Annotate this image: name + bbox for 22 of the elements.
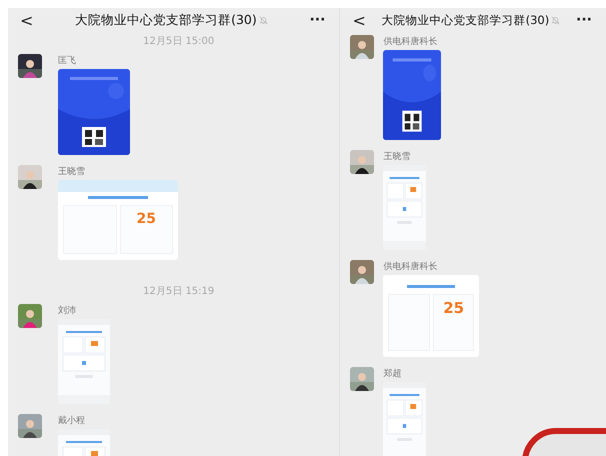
sender-name: 供电科唐科长	[383, 36, 438, 48]
sender-name: 刘沛	[58, 304, 77, 317]
back-button[interactable]: <	[16, 10, 38, 30]
more-button[interactable]: ···	[305, 12, 330, 28]
chat-title: 大院物业中心党支部学习群(30)	[75, 12, 257, 28]
chat-title: 大院物业中心党支部学习群(30)	[382, 12, 550, 28]
title-bar	[88, 196, 148, 199]
sender-name: 戴小程	[58, 414, 86, 427]
timestamp: 12月5日 15:19	[142, 285, 216, 299]
sender-name: 王晓雪	[383, 150, 412, 163]
mute-bell-icon	[551, 16, 560, 24]
score-text: 25	[136, 212, 156, 226]
sender-name: 供电科唐科长	[383, 260, 438, 273]
timestamp: 12月5日 15:00	[142, 35, 216, 49]
more-button[interactable]: ···	[572, 12, 596, 28]
sender-name: 匡飞	[58, 55, 77, 67]
back-button[interactable]: <	[348, 10, 370, 30]
sender-name: 王晓雪	[58, 166, 86, 178]
title-bar	[407, 285, 456, 288]
mute-bell-icon	[258, 16, 268, 24]
score-text: 25	[443, 301, 464, 316]
sender-name: 郑超	[383, 368, 402, 380]
